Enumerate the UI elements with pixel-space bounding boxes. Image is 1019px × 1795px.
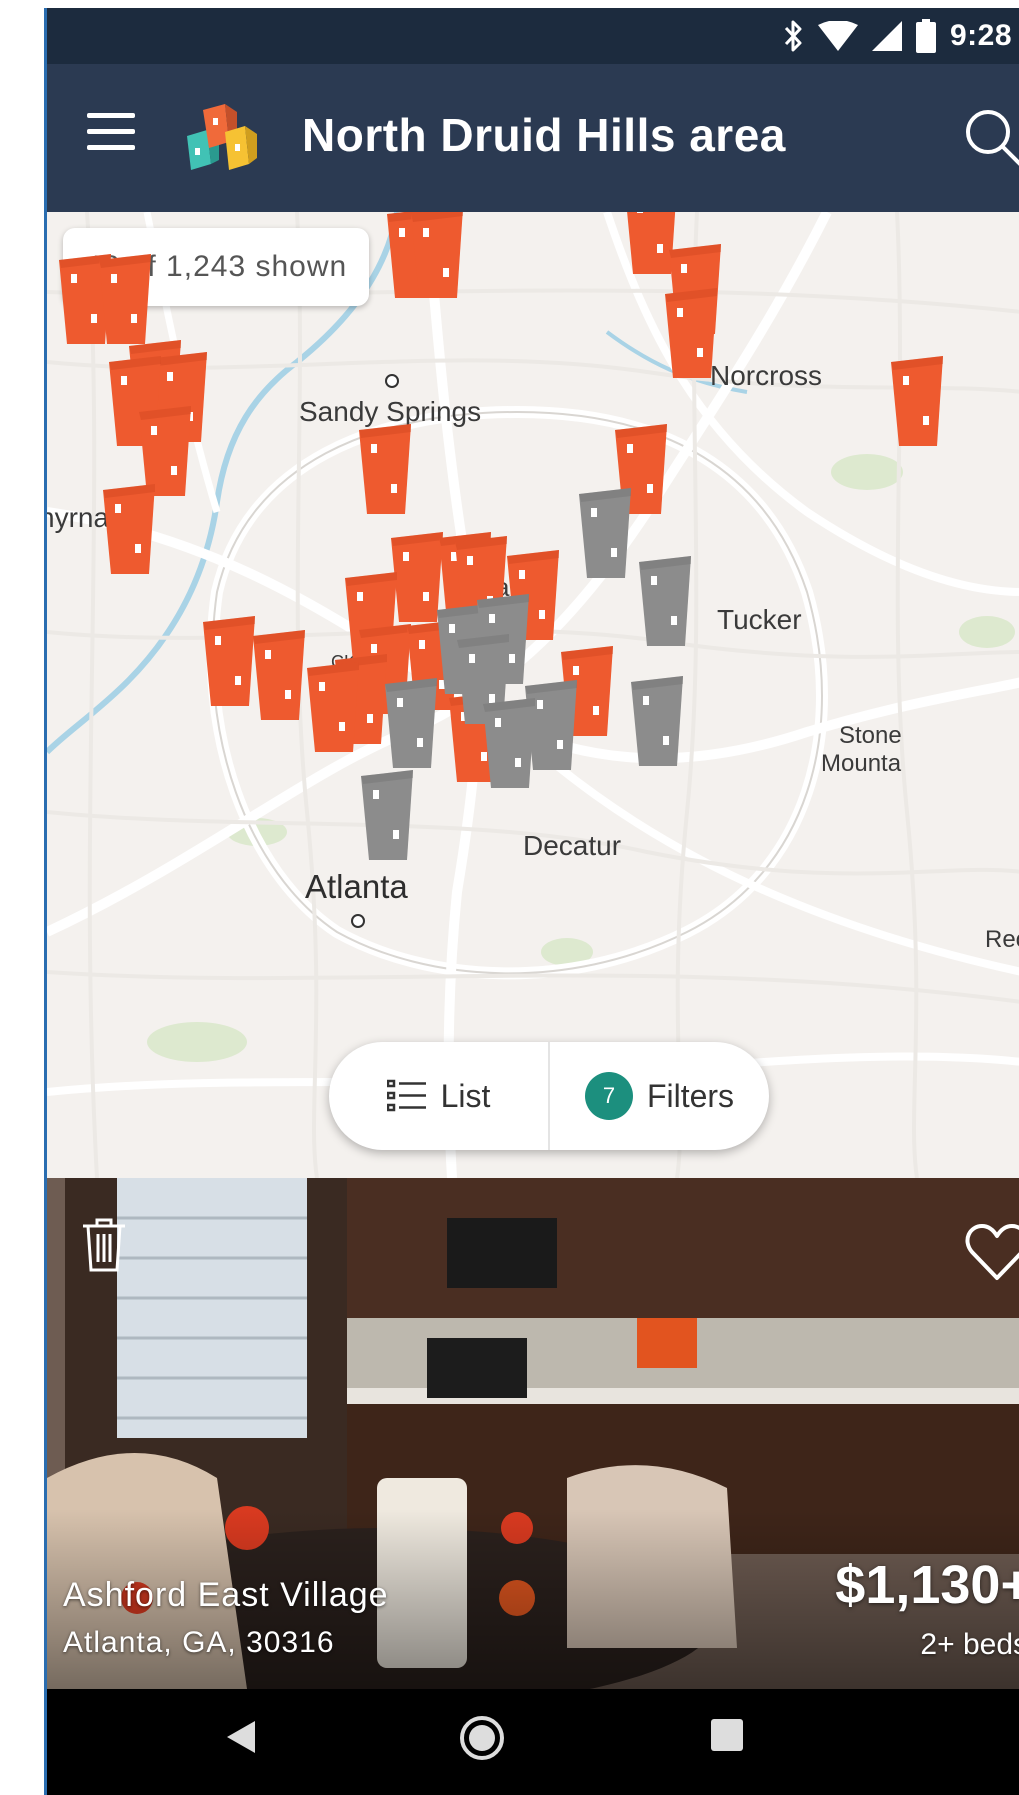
hamburger-menu-icon[interactable]	[87, 113, 137, 153]
list-icon	[386, 1079, 426, 1112]
list-label: List	[440, 1077, 491, 1114]
home-circle-icon[interactable]	[459, 1715, 505, 1761]
app-logo	[187, 104, 257, 170]
listing-card[interactable]: Ashford East Village Atlanta, GA, 30316 …	[47, 1178, 1019, 1689]
map-marker-atlanta	[351, 914, 365, 928]
map-marker-sandy-springs	[385, 374, 399, 388]
phone-screen: 9:28 North Druid Hills area 48 of 1,243 …	[44, 8, 1019, 1795]
status-time: 9:28	[949, 19, 1012, 52]
listing-pin[interactable]	[305, 660, 361, 756]
listing-pin-viewed[interactable]	[637, 554, 693, 650]
listing-pin-viewed[interactable]	[383, 676, 439, 772]
listing-pin[interactable]	[251, 628, 307, 724]
listing-address: Atlanta, GA, 30316	[63, 1626, 335, 1659]
back-triangle-icon[interactable]	[225, 1719, 257, 1755]
listing-pin[interactable]	[663, 286, 719, 382]
listing-pin[interactable]	[97, 252, 153, 348]
map-label-decatur: Decatur	[523, 830, 622, 861]
search-icon[interactable]	[960, 104, 1019, 174]
cell-signal-icon	[871, 21, 902, 51]
recents-square-icon[interactable]	[711, 1719, 743, 1751]
bluetooth-icon	[784, 20, 802, 52]
map-label-stone-mountain-2: Mounta	[821, 750, 902, 777]
filters-label: Filters	[646, 1077, 735, 1114]
listing-beds: 2+ beds	[920, 1628, 1019, 1661]
map-label-smyrna: nyrna	[47, 502, 110, 533]
heart-icon[interactable]	[964, 1222, 1019, 1282]
map-label-norcross: Norcross	[710, 360, 823, 391]
list-filters-bar: List 7 Filters	[329, 1042, 769, 1150]
listing-price: $1,130+	[835, 1555, 1019, 1615]
trash-icon[interactable]	[81, 1216, 127, 1272]
listing-pin[interactable]	[101, 482, 157, 578]
listing-pin-viewed[interactable]	[629, 674, 685, 770]
listing-pin-viewed[interactable]	[577, 486, 633, 582]
listing-pin[interactable]	[201, 614, 257, 710]
map-label-stone-mountain: Stone	[839, 722, 902, 749]
battery-icon	[915, 19, 936, 53]
app-bar: North Druid Hills area	[47, 64, 1019, 212]
listing-pin-viewed[interactable]	[481, 696, 537, 792]
map-label-tucker: Tucker	[717, 604, 802, 635]
map-label-red: Rec	[985, 926, 1019, 953]
listing-pin-viewed[interactable]	[359, 768, 415, 864]
listing-name: Ashford East Village	[63, 1576, 389, 1614]
filter-count-badge: 7	[584, 1072, 633, 1120]
page-title: North Druid Hills area	[302, 109, 786, 161]
listing-pin[interactable]	[409, 212, 465, 302]
wifi-icon	[817, 21, 858, 51]
list-button[interactable]: List	[329, 1042, 548, 1150]
listing-pin[interactable]	[889, 354, 945, 450]
status-bar: 9:28	[47, 8, 1019, 64]
android-nav-bar	[47, 1689, 1019, 1795]
status-icons: 9:28	[782, 18, 1012, 54]
map-label-atlanta: Atlanta	[305, 868, 408, 905]
filters-button[interactable]: 7 Filters	[550, 1042, 769, 1150]
listing-pin[interactable]	[357, 422, 413, 518]
map-view[interactable]: 48 of 1,243 shown Norcross Sandy Springs…	[47, 212, 1019, 1178]
